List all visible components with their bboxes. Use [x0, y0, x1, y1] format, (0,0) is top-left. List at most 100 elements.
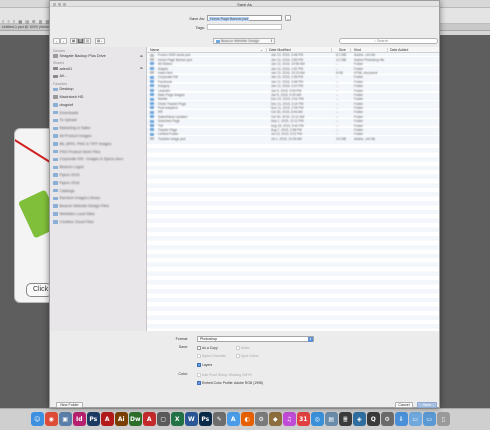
indesign-icon[interactable]: Id — [73, 412, 86, 426]
photoshop-2-icon[interactable]: Ps — [199, 412, 212, 426]
sidebar-item[interactable]: Macintosh HD — [50, 93, 146, 101]
sidebar-item[interactable]: Beacon Website Design Files — [50, 202, 146, 210]
checkbox-box — [197, 346, 201, 350]
folder-icon — [53, 110, 58, 115]
sidebar-item[interactable]: Marketing & Sales — [50, 124, 146, 132]
sidebar-item[interactable]: All... — [50, 73, 146, 81]
dreamweaver-icon[interactable]: Dw — [129, 412, 142, 426]
column-date-added[interactable]: Date Added — [390, 48, 408, 52]
file-row[interactable]: Youtube Image.psd Jul 1, 2015, 10:36 AM 3.… — [147, 136, 439, 141]
illustrator-icon[interactable]: Ai — [115, 412, 128, 426]
chevron-updown-icon: ⇕ — [269, 39, 273, 43]
sidebar-item[interactable]: Websites Local Sites — [50, 210, 146, 218]
embed-color-profile-checkbox[interactable]: ✓ Embed Color Profile: Adobe RGB (1998) — [197, 381, 263, 385]
sidebar-item[interactable]: Creative Cloud Files — [50, 218, 146, 226]
quicktime-icon[interactable]: Q — [367, 412, 380, 426]
layers-checkbox[interactable]: ✓ Layers — [197, 363, 212, 367]
app-store-icon[interactable]: A — [227, 412, 240, 426]
eject-icon[interactable]: ⏏ — [140, 54, 143, 58]
photoshop-icon[interactable]: Ps — [87, 412, 100, 426]
folder-icon — [150, 84, 154, 88]
app-3-icon[interactable]: ◈ — [353, 412, 366, 426]
expand-dialog-button[interactable]: ⌄ — [285, 15, 291, 21]
folder-icon — [53, 212, 58, 216]
sidebar-item[interactable]: Catalogs — [50, 187, 146, 195]
chrome-icon[interactable]: ◉ — [45, 412, 58, 426]
location-popup[interactable]: Beacon Website Design ⇕ — [213, 38, 275, 44]
save-as-dialog: Save As Save As: Home Page Banner.psd ⌄ … — [49, 0, 440, 408]
sidebar-item[interactable]: Random Images Library — [50, 195, 146, 203]
sidebar-item[interactable]: To Upload — [50, 117, 146, 125]
format-value: Photoshop — [200, 337, 218, 341]
sidebar-item[interactable]: drugsinf — [50, 101, 146, 109]
firefox-icon[interactable]: ◐ — [241, 412, 254, 426]
spot-colors-checkbox[interactable]: Spot Colors — [236, 354, 259, 358]
word-icon[interactable]: W — [185, 412, 198, 426]
column-divider — [331, 47, 332, 53]
icon-view-button[interactable]: ▦ — [70, 38, 77, 44]
folder-icon — [53, 220, 58, 224]
folder-icon[interactable]: ▭ — [409, 412, 422, 426]
column-view-button[interactable]: ▥ — [84, 38, 91, 44]
arrange-button[interactable]: ▤⌄ — [95, 38, 105, 44]
cancel-button[interactable]: Cancel — [395, 402, 413, 408]
sidebar-item[interactable]: Corporate KM - Images & Specs.docx — [50, 156, 146, 164]
sidebar-item-label: Websites Local Sites — [59, 212, 95, 217]
as-a-copy-checkbox[interactable]: As a Copy — [197, 346, 218, 350]
excel-icon[interactable]: X — [171, 412, 184, 426]
embed-color-profile-label: Embed Color Profile: Adobe RGB (1998) — [202, 381, 263, 385]
sidebar-item[interactable]: Flyers 2016 — [50, 179, 146, 187]
sidebar-item[interactable]: All Product Images — [50, 132, 146, 140]
column-date-modified[interactable]: Date Modified — [269, 48, 291, 52]
trash-icon[interactable]: ▯ — [437, 412, 450, 426]
tags-field[interactable] — [207, 24, 282, 30]
app-icon[interactable]: ▢ — [157, 412, 170, 426]
folder-icon — [53, 165, 58, 169]
eject-icon[interactable]: ⏏ — [140, 66, 143, 70]
save-button[interactable]: Save — [417, 402, 437, 408]
script-icon[interactable]: ✎ — [213, 412, 226, 426]
sidebar-item[interactable]: Flyers 2015 — [50, 171, 146, 179]
acrobat-pro-icon[interactable]: A — [143, 412, 156, 426]
sidebar-item[interactable]: IBL (RFE, PNG & TIFF Images — [50, 140, 146, 148]
itunes-icon[interactable]: ♫ — [283, 412, 296, 426]
gear-icon[interactable]: ⚙ — [255, 412, 268, 426]
forward-button[interactable]: › — [60, 38, 67, 44]
search-icon: ⌕ — [374, 39, 377, 43]
use-proof-setup-checkbox[interactable]: Use Proof Setup: Working CMYK — [197, 373, 252, 377]
notes-checkbox[interactable]: Notes — [236, 346, 250, 350]
sidebar-item[interactable]: Seagate Backup Plus Drive ⏏ — [50, 52, 146, 60]
file-list: Name ⌄ Date Modified Size Kind Date Adde… — [147, 47, 439, 331]
sidebar-item[interactable]: PSD Product Work Files — [50, 148, 146, 156]
list-view-button[interactable]: ≣ — [77, 38, 84, 44]
folder-icon — [53, 204, 58, 208]
folder-2-icon[interactable]: ▭ — [423, 412, 436, 426]
new-folder-button[interactable]: New Folder — [56, 402, 83, 408]
folder-icon — [53, 126, 58, 131]
sidebar-item[interactable]: Beacon Logos — [50, 163, 146, 171]
acrobat-icon[interactable]: A — [101, 412, 114, 426]
computer-icon — [53, 66, 58, 71]
sidebar-item[interactable]: Desktop — [50, 85, 146, 93]
column-kind[interactable]: Kind — [354, 48, 361, 52]
system-icon[interactable]: ⚙ — [381, 412, 394, 426]
back-button[interactable]: ‹ — [53, 38, 60, 44]
folder-icon — [150, 80, 154, 84]
app-2-icon[interactable]: ◆ — [269, 412, 282, 426]
filename-field[interactable]: Home Page Banner.psd — [207, 15, 282, 21]
finder-icon[interactable]: ☺ — [31, 412, 44, 426]
calendar-icon[interactable]: 31 — [297, 412, 310, 426]
search-input[interactable]: ⌕ Search — [339, 38, 438, 44]
sidebar-item-label: IBL (RFE, PNG & TIFF Images — [59, 141, 112, 146]
safari-icon[interactable]: ◎ — [311, 412, 324, 426]
preview-icon[interactable]: ▤ — [325, 412, 338, 426]
column-name[interactable]: Name — [150, 48, 159, 52]
format-select[interactable]: Photoshop ⇕ — [197, 336, 314, 342]
column-size[interactable]: Size — [339, 48, 346, 52]
sidebar-item[interactable]: Downloads — [50, 109, 146, 117]
sidebar-item[interactable]: adeo01 ⏏ — [50, 65, 146, 73]
finder-2-icon[interactable]: ▣ — [59, 412, 72, 426]
activity-icon[interactable]: ≣ — [339, 412, 352, 426]
downloads-icon[interactable]: ⇩ — [395, 412, 408, 426]
alpha-channels-checkbox[interactable]: Alpha Channels — [197, 354, 226, 358]
